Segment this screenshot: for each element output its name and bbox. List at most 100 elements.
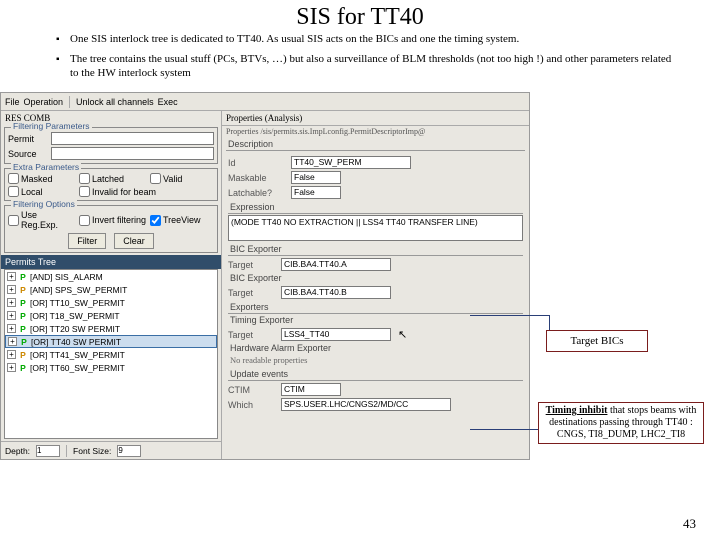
tree-row[interactable]: +P[OR] TT40 SW PERMIT (5, 335, 217, 348)
permit-badge: P (18, 311, 28, 321)
tree-row[interactable]: +P[OR] T18_SW_PERMIT (5, 309, 217, 322)
target1-value: CIB.BA4.TT40.A (281, 258, 391, 271)
cursor-icon: ↖ (398, 328, 407, 341)
tree-row[interactable]: +P[OR] TT10_SW_PERMIT (5, 296, 217, 309)
expander-icon[interactable]: + (7, 272, 16, 281)
regex-label: Use Reg.Exp. (21, 210, 76, 230)
group-title: Filtering Parameters (11, 121, 92, 131)
clear-button[interactable]: Clear (114, 233, 154, 249)
target-label: Target (228, 330, 278, 340)
tree-row[interactable]: +P[OR] TT20 SW PERMIT (5, 322, 217, 335)
properties-panel-title: Properties (Analysis) (222, 111, 529, 126)
tree-label: [AND] SPS_SW_PERMIT (30, 285, 215, 295)
page-number: 43 (683, 516, 696, 532)
expander-icon[interactable]: + (8, 337, 17, 346)
menu-operation[interactable]: Operation (24, 97, 64, 107)
permit-badge: P (18, 272, 28, 282)
bullet-item: One SIS interlock tree is dedicated to T… (70, 33, 672, 47)
font-label: Font Size: (73, 446, 111, 456)
permit-badge: P (18, 350, 28, 360)
local-checkbox[interactable] (8, 186, 19, 197)
expression-value: (MODE TT40 NO EXTRACTION || LSS4 TT40 TR… (228, 215, 523, 241)
expander-icon[interactable]: + (7, 285, 16, 294)
tree-label: [OR] TT40 SW PERMIT (31, 337, 214, 347)
target-label: Target (228, 288, 278, 298)
tree-row[interactable]: +P[OR] TT60_SW_PERMIT (5, 361, 217, 374)
tree-header: Permits Tree (1, 255, 221, 269)
invalid-checkbox[interactable] (79, 186, 90, 197)
expander-icon[interactable]: + (7, 363, 16, 372)
expander-icon[interactable]: + (7, 350, 16, 359)
latched-label: Latched (92, 174, 124, 184)
filter-button[interactable]: Filter (68, 233, 106, 249)
tree-label: [OR] TT41_SW_PERMIT (30, 350, 215, 360)
permit-label: Permit (8, 134, 48, 144)
permit-badge: P (18, 324, 28, 334)
invert-label: Invert filtering (92, 215, 146, 225)
source-label: Source (8, 149, 48, 159)
bic-exporter-label: BIC Exporter (228, 244, 523, 256)
connector-line (470, 410, 542, 430)
tree-label: [OR] TT10_SW_PERMIT (30, 298, 215, 308)
which-label: Which (228, 400, 278, 410)
permit-badge: P (18, 363, 28, 373)
no-readable-text: No readable properties (228, 354, 523, 366)
id-value: TT40_SW_PERM (291, 156, 411, 169)
separator (69, 96, 70, 108)
which-value: SPS.USER.LHC/CNGS2/MD/CC (281, 398, 451, 411)
treeview-checkbox[interactable] (150, 215, 161, 226)
font-input[interactable] (117, 445, 141, 457)
unlock-button[interactable]: Unlock all channels (76, 97, 154, 107)
regex-checkbox[interactable] (8, 215, 19, 226)
valid-label: Valid (163, 174, 182, 184)
ctim-label: CTIM (228, 385, 278, 395)
id-label: Id (228, 158, 288, 168)
masked-checkbox[interactable] (8, 173, 19, 184)
invert-checkbox[interactable] (79, 215, 90, 226)
exec-button[interactable]: Exec (158, 97, 178, 107)
tree-row[interactable]: +P[AND] SPS_SW_PERMIT (5, 283, 217, 296)
app-window: File Operation Unlock all channels Exec … (0, 92, 530, 460)
update-events-label: Update events (228, 369, 523, 381)
bic-exporter-label-2: BIC Exporter (228, 273, 523, 284)
target2-value: CIB.BA4.TT40.B (281, 286, 391, 299)
depth-label: Depth: (5, 446, 30, 456)
permit-badge: P (18, 298, 28, 308)
permits-tree[interactable]: +P[AND] SIS_ALARM+P[AND] SPS_SW_PERMIT+P… (4, 269, 218, 439)
maskable-label: Maskable (228, 173, 288, 183)
tree-row[interactable]: +P[OR] TT41_SW_PERMIT (5, 348, 217, 361)
connector-line (470, 315, 550, 351)
toolbar: File Operation Unlock all channels Exec (1, 93, 529, 111)
slide-title: SIS for TT40 (0, 0, 720, 33)
target3-value: LSS4_TT40 (281, 328, 391, 341)
tree-label: [OR] TT60_SW_PERMIT (30, 363, 215, 373)
description-label: Description (226, 139, 525, 151)
properties-path: Properties /sis/permits.sis.ImpLconfig.P… (222, 126, 529, 136)
tree-label: [AND] SIS_ALARM (30, 272, 215, 282)
tree-label: [OR] T18_SW_PERMIT (30, 311, 215, 321)
permit-badge: P (19, 337, 29, 347)
group-title: Filtering Options (11, 199, 77, 209)
menu-file[interactable]: File (5, 97, 20, 107)
timing-inhibit-underline: Timing inhibit (546, 405, 608, 416)
exporters-label: Exporters (228, 302, 523, 314)
timing-inhibit-callout: Timing inhibit that stops beams with des… (538, 402, 704, 444)
maskable-value: False (291, 171, 341, 184)
bullet-list: One SIS interlock tree is dedicated to T… (0, 33, 720, 92)
invalid-label: Invalid for beam (92, 187, 156, 197)
masked-label: Masked (21, 174, 53, 184)
expander-icon[interactable]: + (7, 298, 16, 307)
bullet-item: The tree contains the usual stuff (PCs, … (70, 53, 672, 81)
latched-checkbox[interactable] (79, 173, 90, 184)
latchable-label: Latchable? (228, 188, 288, 198)
permit-input[interactable] (51, 132, 214, 145)
expression-label: Expression (228, 202, 523, 214)
expander-icon[interactable]: + (7, 324, 16, 333)
depth-input[interactable] (36, 445, 60, 457)
filtering-options-group: Filtering Options Use Reg.Exp. Invert fi… (4, 205, 218, 253)
tree-row[interactable]: +P[AND] SIS_ALARM (5, 270, 217, 283)
source-input[interactable] (51, 147, 214, 160)
status-bar: Depth: Font Size: (1, 441, 221, 459)
valid-checkbox[interactable] (150, 173, 161, 184)
expander-icon[interactable]: + (7, 311, 16, 320)
